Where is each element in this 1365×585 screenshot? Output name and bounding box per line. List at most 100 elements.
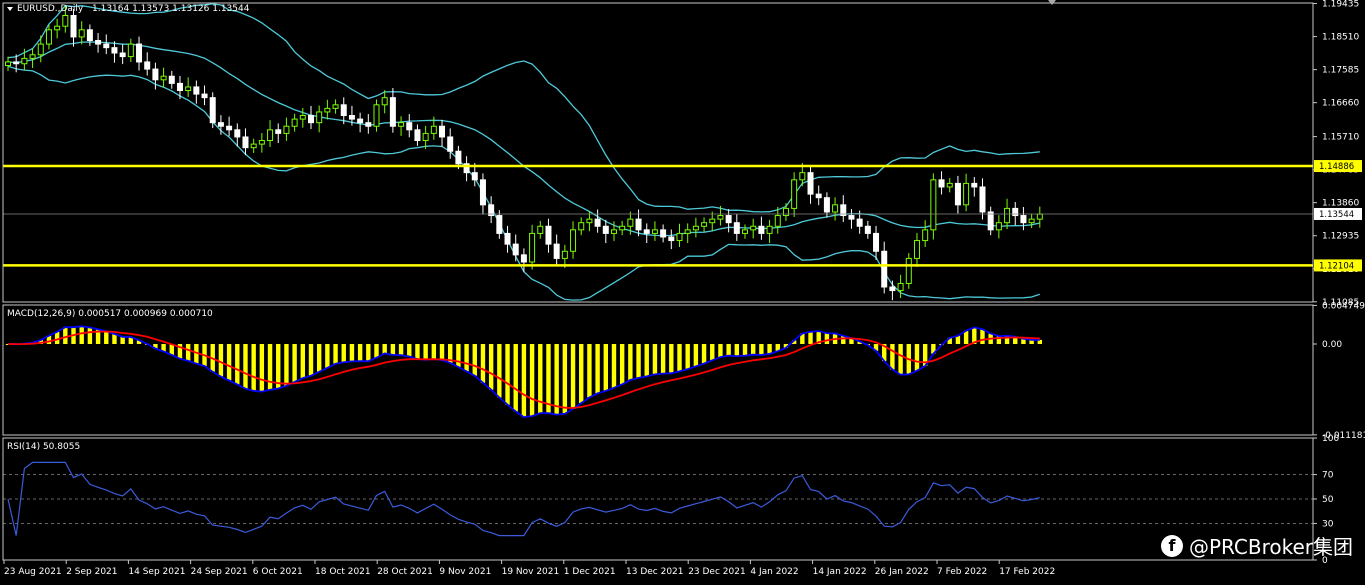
price-tag-label: 1.12104 <box>1319 261 1354 271</box>
candle-body <box>37 43 44 56</box>
macd-tick-label: 0.004749 <box>1322 301 1365 311</box>
macd-histogram-bar <box>562 344 568 414</box>
candle-body <box>340 104 347 117</box>
price-tick-label: 1.16660 <box>1322 99 1359 109</box>
candle-body <box>176 82 183 92</box>
candle-body <box>144 61 151 70</box>
macd-label: MACD(12,26,9) 0.000517 0.000969 0.000710 <box>7 309 213 319</box>
candle-body <box>201 93 208 99</box>
candle-body <box>209 97 216 124</box>
candle-body <box>1020 215 1027 224</box>
time-tick-label: 14 Jan 2022 <box>813 567 867 577</box>
candle-body <box>1012 207 1019 217</box>
price-tick-label: 1.19435 <box>1322 0 1359 10</box>
candle-body <box>299 115 306 120</box>
macd-histogram-bar <box>611 344 617 388</box>
macd-histogram-bar <box>824 333 830 344</box>
candle-body <box>267 129 274 142</box>
time-tick-label: 28 Oct 2021 <box>377 567 433 577</box>
candle-body <box>373 104 380 127</box>
candle-body <box>127 43 134 58</box>
candle-body <box>954 182 961 206</box>
candle-body <box>283 125 290 134</box>
rsi-tick-label: 50 <box>1322 495 1334 505</box>
candle-body <box>136 43 143 63</box>
macd-histogram-bar <box>669 344 674 374</box>
candle-body <box>185 86 192 92</box>
price-tick-label: 1.15710 <box>1322 133 1359 143</box>
macd-histogram-bar <box>87 327 93 344</box>
trading-chart[interactable]: 1.194351.185101.175851.166601.157101.147… <box>0 0 1365 585</box>
macd-histogram-bar <box>251 344 256 391</box>
candle-body <box>111 47 118 54</box>
candle-body <box>275 129 282 134</box>
candle-body <box>86 29 93 42</box>
watermark-text: @PRCBroker集团 <box>1188 535 1353 559</box>
macd-histogram-bar <box>464 344 469 372</box>
macd-histogram-bar <box>619 344 625 385</box>
macd-histogram-bar <box>603 344 608 391</box>
macd-histogram-bar <box>808 331 813 344</box>
candle-body <box>848 215 855 220</box>
candle-body <box>692 225 699 231</box>
macd-tick-label: 0.00 <box>1322 340 1342 350</box>
macd-histogram-bar <box>726 344 731 356</box>
candle-body <box>398 122 405 127</box>
time-tick-label: 23 Aug 2021 <box>4 567 62 577</box>
candle-body <box>324 107 331 113</box>
macd-histogram-bar <box>718 344 723 358</box>
macd-histogram-bar <box>644 344 649 377</box>
candle-body <box>758 225 765 234</box>
candle-body <box>307 115 314 124</box>
macd-histogram-bar <box>226 344 232 381</box>
macd-histogram-bar <box>693 344 699 367</box>
candle-body <box>922 229 929 242</box>
candle-body <box>791 179 798 209</box>
macd-histogram-bar <box>185 344 191 361</box>
candle-body <box>578 222 585 231</box>
macd-histogram-bar <box>579 344 584 404</box>
candle-body <box>152 68 159 81</box>
candle-body <box>570 229 577 252</box>
candle-body <box>668 236 675 242</box>
candle-body <box>946 182 953 188</box>
candle-body <box>226 125 233 131</box>
time-tick-label: 14 Sep 2021 <box>128 567 185 577</box>
macd-histogram-bar <box>767 344 772 354</box>
candle-body <box>160 75 167 81</box>
candle-body <box>963 182 970 206</box>
macd-histogram-bar <box>529 344 535 417</box>
candle-body <box>512 243 519 256</box>
macd-histogram-bar <box>759 344 764 355</box>
candle-body <box>627 218 634 227</box>
candle-body <box>676 232 683 242</box>
symbol-label: EURUSD.,Daily <box>17 4 84 14</box>
candle-body <box>610 229 617 234</box>
candle-body <box>938 179 945 188</box>
candle-body <box>905 257 912 284</box>
macd-histogram-bar <box>497 344 502 398</box>
candle-body <box>995 222 1002 231</box>
macd-histogram-bar <box>980 329 985 344</box>
macd-histogram-bar <box>480 344 486 383</box>
rsi-tick-label: 70 <box>1322 471 1334 481</box>
macd-histogram-bar <box>316 344 322 372</box>
macd-histogram-bar <box>701 344 707 364</box>
candle-body <box>447 136 454 152</box>
candle-body <box>864 225 871 234</box>
macd-histogram-bar <box>398 344 404 356</box>
ohlc-readout: 1.13164 1.13573 1.13126 1.13544 <box>92 4 250 14</box>
candle-body <box>733 222 740 234</box>
candle-body <box>217 122 224 127</box>
price-tag-label: 1.13544 <box>1319 210 1354 220</box>
time-tick-label: 9 Nov 2021 <box>439 567 491 577</box>
candle-body <box>357 118 364 124</box>
macd-histogram-bar <box>685 344 690 370</box>
candle-body <box>381 97 388 106</box>
macd-histogram-bar <box>488 344 494 390</box>
macd-histogram-bar <box>890 344 895 370</box>
macd-histogram-bar <box>218 344 224 377</box>
candle-body <box>78 29 85 38</box>
time-tick-label: 26 Jan 2022 <box>875 567 929 577</box>
macd-histogram-bar <box>628 344 633 380</box>
